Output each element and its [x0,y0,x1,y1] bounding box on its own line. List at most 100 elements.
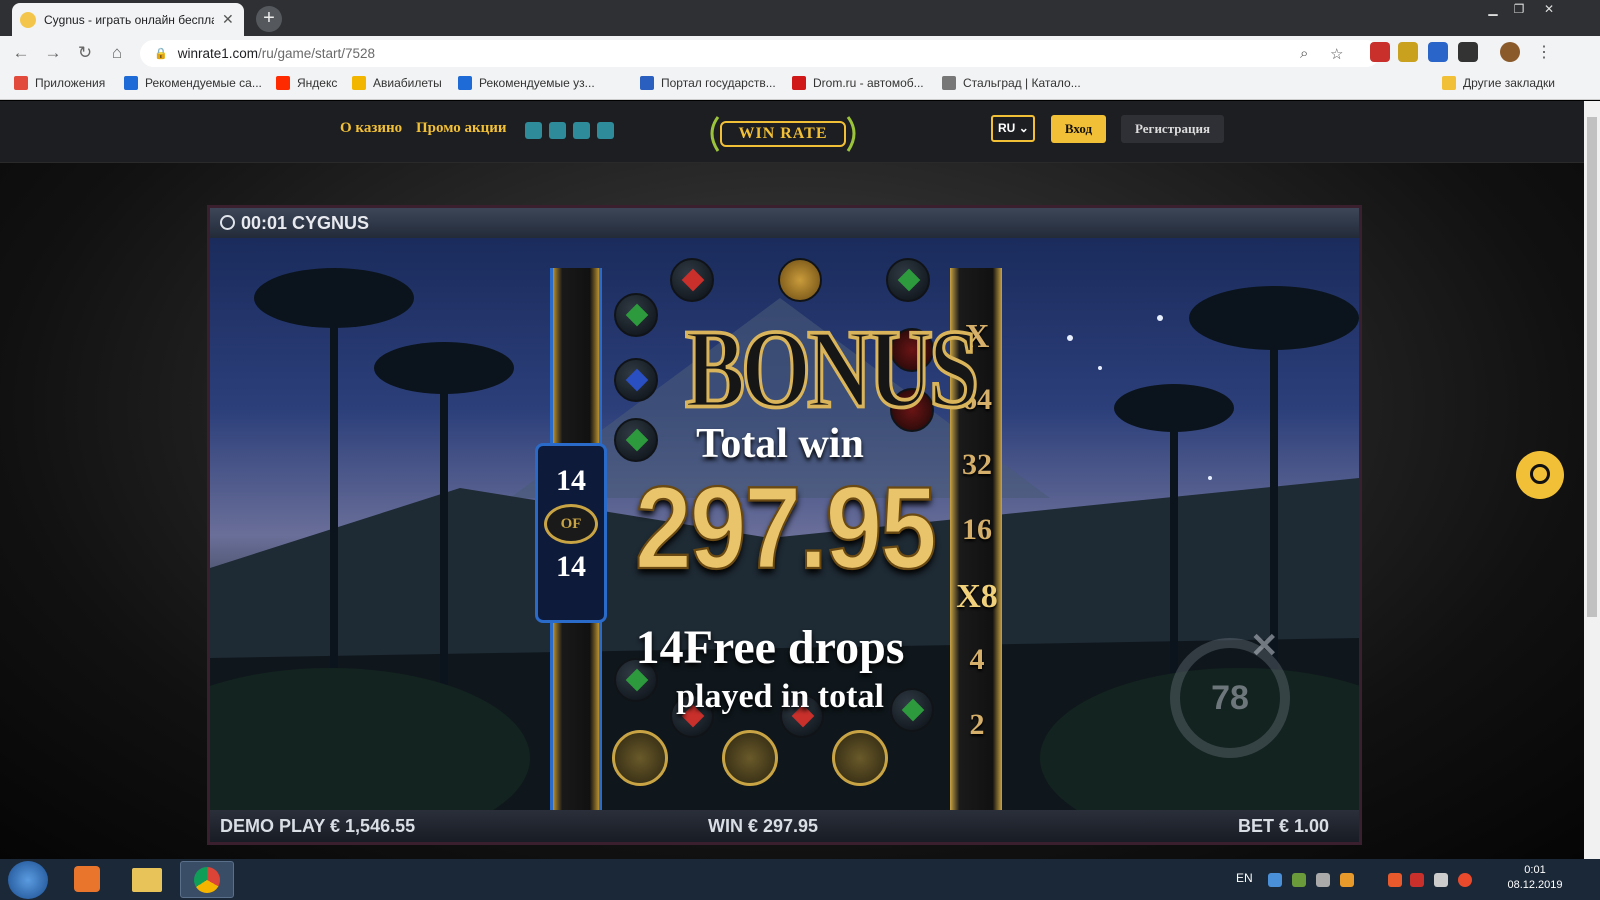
page-scrollbar[interactable] [1584,101,1600,859]
bookmark-item[interactable]: Рекомендуемые уз... [458,76,595,90]
chat-button[interactable] [1516,451,1564,499]
emerald-symbol [886,258,930,302]
tray-icon[interactable] [1340,873,1354,887]
tray-icon[interactable] [1458,873,1472,887]
close-icon[interactable]: ✕ [1250,626,1279,666]
tray-icon[interactable] [1388,873,1402,887]
restore-icon[interactable]: ❐ [1506,2,1532,18]
explorer-taskbar-icon[interactable] [120,861,174,898]
x-coin-symbol [832,730,888,786]
chevron-down-icon: ⌄ [1018,121,1029,135]
tray-icon[interactable] [1268,873,1282,887]
chrome-taskbar-icon[interactable] [180,861,234,898]
browser-tab[interactable]: Cygnus - играть онлайн бесплат ✕ [12,3,244,36]
demo-balance: DEMO PLAY € 1,546.55 [220,816,416,836]
bookmark-item[interactable]: Drom.ru - автомоб... [792,76,924,90]
bookmark-item[interactable]: Приложения [14,76,105,90]
sapphire-symbol [614,358,658,402]
other-bookmarks[interactable]: Другие закладки [1442,76,1555,90]
game-footer: DEMO PLAY € 1,546.55 WIN € 297.95 BET € … [210,810,1359,842]
address-bar[interactable]: 🔒 winrate1.com/ru/game/start/7528 ⌕ ☆ [140,40,1380,67]
site-header: О казино Промо акции WIN RATE RU ⌄ Вход … [0,101,1584,163]
scroll-thumb[interactable] [1587,117,1597,617]
clock-time: 0:01 [1524,864,1546,876]
browser-toolbar: ← → ↻ ⌂ 🔒 winrate1.com/ru/game/start/752… [0,36,1600,70]
input-language[interactable]: EN [1236,871,1253,885]
emerald-symbol [614,293,658,337]
game-scene[interactable]: 14 OF 14 X 64 32 16 X8 4 2 BONUS Total w… [210,238,1359,810]
nav-promo[interactable]: Промо акции [416,120,507,137]
bookmark-item[interactable]: Яндекс [276,76,337,90]
extension-icon[interactable] [1428,42,1448,62]
logo-text: WIN RATE [720,121,846,147]
globe-icon [942,76,956,90]
new-tab-button[interactable]: + [256,6,282,32]
home-icon[interactable]: ⌂ [106,43,128,65]
forward-icon[interactable]: → [42,43,64,65]
bookmark-item[interactable]: Стальград | Катало... [942,76,1081,90]
volume-icon[interactable] [1316,873,1330,887]
site-logo[interactable]: WIN RATE [700,113,866,153]
total-win-amount: 297.95 [634,461,938,594]
extension-icon[interactable] [1398,42,1418,62]
played-in-total-line: played in total [676,678,884,715]
zoom-icon[interactable]: ⌕ [1300,45,1308,62]
network-icon[interactable] [1434,873,1448,887]
bing-icon [124,76,138,90]
x-coin-symbol [612,730,668,786]
win-amount: WIN € 297.95 [708,816,819,836]
bookmark-item[interactable]: Рекомендуемые са... [124,76,262,90]
tab-title: Cygnus - играть онлайн бесплат [44,12,214,27]
folder-icon [1442,76,1456,90]
windows-taskbar: EN 0:01 08.12.2019 [0,859,1600,900]
tray-icon[interactable] [1410,873,1424,887]
system-clock[interactable]: 0:01 08.12.2019 [1500,863,1570,893]
tab-favicon-icon [20,11,36,28]
clock-icon [220,215,235,230]
yandex-icon [276,76,290,90]
back-icon[interactable]: ← [10,43,32,65]
bookmark-star-icon[interactable]: ☆ [1330,45,1343,63]
bonus-title: BONUS [684,306,981,434]
nav-about-casino[interactable]: О казино [340,120,402,137]
login-button[interactable]: Вход [1051,115,1106,143]
twitter-icon[interactable] [549,122,566,139]
bookmark-item[interactable]: Авиабилеты [352,76,442,90]
address-url: winrate1.com/ru/game/start/7528 [177,46,376,61]
chat-bubble-icon [1530,464,1550,484]
web-page: О казино Промо акции WIN RATE RU ⌄ Вход … [0,101,1584,859]
flag-icon [640,76,654,90]
clock-date: 08.12.2019 [1507,879,1563,891]
lock-icon: 🔒 [154,48,168,60]
reload-icon[interactable]: ↻ [74,43,96,65]
close-window-icon[interactable]: ✕ [1536,2,1562,18]
bookmarks-bar: Приложения Рекомендуемые са... Яндекс Ав… [0,70,1600,100]
apps-icon [14,76,28,90]
multiplier-4: 4 [969,643,985,676]
instagram-icon[interactable] [573,122,590,139]
register-button[interactable]: Регистрация [1121,115,1224,143]
x-coin-symbol [722,730,778,786]
bet-amount: BET € 1.00 [1237,816,1329,836]
extension-icon[interactable] [1370,42,1390,62]
menu-dots-icon[interactable]: ⋮ [1534,42,1554,62]
ibis-symbol [778,258,822,302]
free-drops-line: 14Free drops [635,621,905,674]
bookmark-item[interactable]: Портал государств... [640,76,776,90]
telegram-icon[interactable] [597,122,614,139]
media-player-taskbar-icon[interactable] [60,861,114,898]
ruby-symbol [670,258,714,302]
plane-icon [352,76,366,90]
profile-avatar[interactable] [1500,42,1520,62]
facebook-icon[interactable] [525,122,542,139]
game-frame[interactable]: 00:01 CYGNUS 14 OF 14 X 64 32 16 X8 4 2 … [207,205,1362,845]
tab-close-icon[interactable]: ✕ [222,11,234,28]
multiplier-2: 2 [969,708,985,741]
tray-icon[interactable] [1292,873,1306,887]
language-select[interactable]: RU ⌄ [991,115,1035,142]
drom-icon [792,76,806,90]
start-button[interactable] [8,861,48,899]
bing-icon [458,76,472,90]
minimize-icon[interactable]: ▁ [1480,2,1506,18]
extension-icon[interactable] [1458,42,1478,62]
